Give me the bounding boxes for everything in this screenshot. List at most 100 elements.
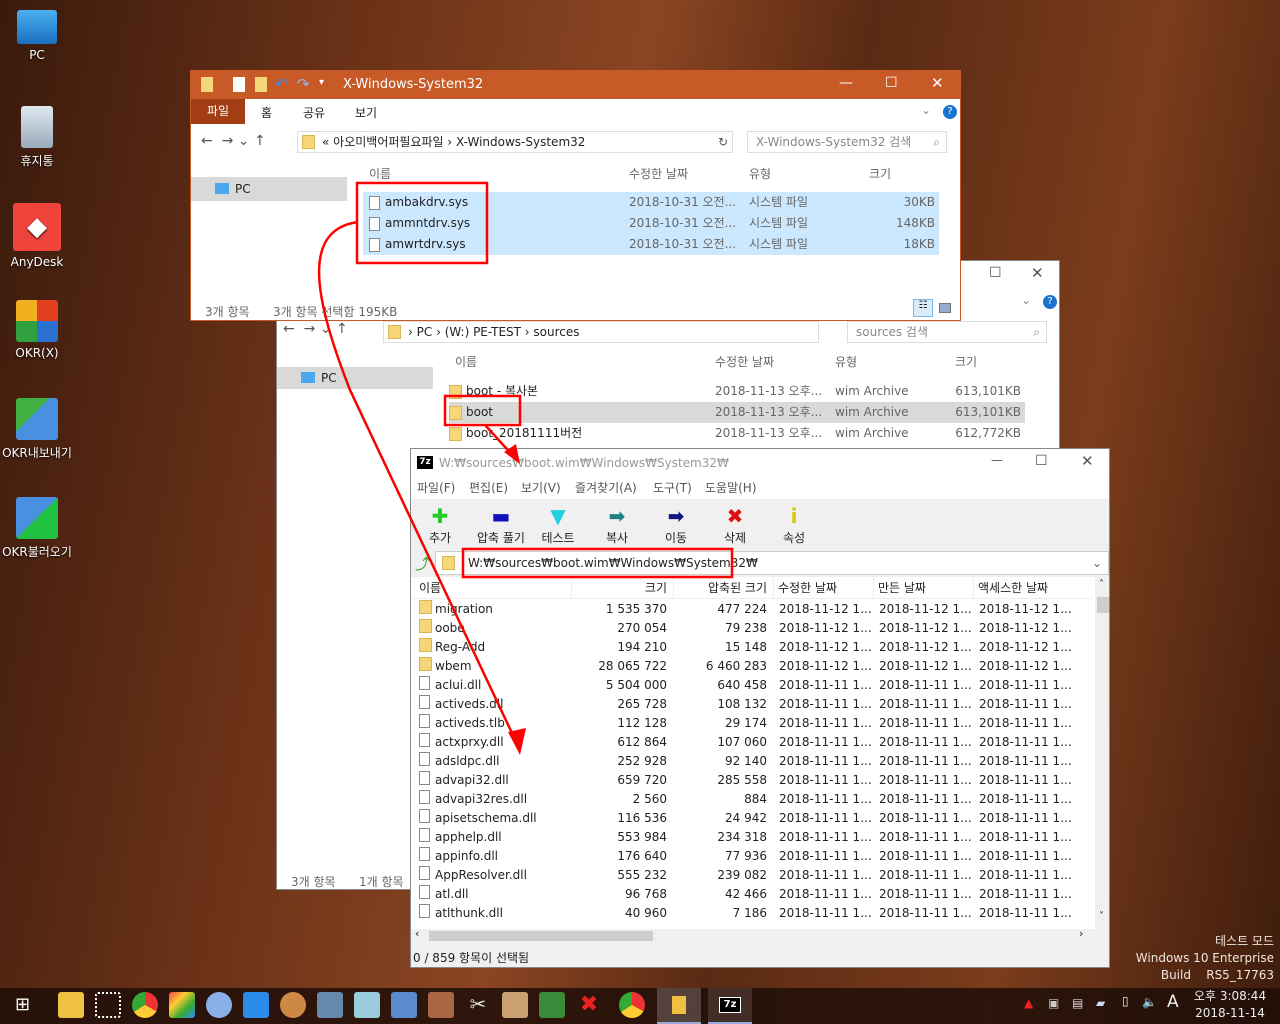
ribbon-expand-chevron-icon[interactable]: ⌄ [921, 103, 931, 117]
horizontal-scrollbar[interactable]: ‹ › [411, 927, 1095, 943]
refresh-icon[interactable]: ↻ [718, 132, 728, 152]
archive-row[interactable]: apisetschema.dll 116 536 24 942 2018-11-11 … [411, 809, 1093, 828]
archive-row[interactable]: wbem 28 065 722 6 460 283 2018-11-12 1... 20… [411, 657, 1093, 676]
column-header-created[interactable]: 만든 날짜 [873, 577, 926, 599]
search-input[interactable]: X-Windows-System32 검색 ⌕ [747, 131, 947, 153]
breadcrumb-sources[interactable]: sources [533, 325, 579, 339]
ime-indicator[interactable]: A [1167, 992, 1179, 1012]
archive-row[interactable]: advapi32res.dll 2 560 884 2018-11-11 1... 20… [411, 790, 1093, 809]
close-button[interactable]: ✕ [931, 74, 944, 92]
minimize-button[interactable]: — [839, 75, 853, 91]
recycle-icon[interactable] [354, 992, 380, 1018]
extract-button[interactable]: ▬ 압축 풀기 [469, 499, 533, 546]
menu-favorites[interactable]: 즐겨찾기(A) [575, 477, 637, 499]
archive-row[interactable]: aclui.dll 5 504 000 640 458 2018-11-11 1...… [411, 676, 1093, 695]
app-icon[interactable] [391, 992, 417, 1018]
add-button[interactable]: ✚ 추가 [415, 499, 465, 546]
breadcrumb-parent[interactable]: 아오미백어퍼필요파일 [333, 135, 443, 149]
menu-edit[interactable]: 편집(E) [469, 477, 508, 499]
app-icon[interactable] [428, 992, 454, 1018]
nav-buttons[interactable]: ← → ⌄ ↑ [201, 133, 266, 149]
help-icon[interactable]: ? [1043, 295, 1057, 309]
column-header-packed-size[interactable]: 압축된 크기 [673, 577, 767, 599]
app-x-icon[interactable]: ✖ [576, 992, 602, 1018]
undo-icon[interactable]: ↶ [275, 75, 288, 93]
archive-row[interactable]: Reg-Add 194 210 15 148 2018-11-12 1... 2018-… [411, 638, 1093, 657]
address-bar[interactable]: › PC › (W:) PE-TEST › sources [383, 321, 819, 343]
file-row-selected[interactable]: amwrtdrv.sys 2018-10-31 오전... 시스템 파일 18KB [363, 234, 939, 255]
tab-home[interactable]: 홈 [261, 104, 272, 121]
desktop-icon-okrx[interactable]: OKR(X) [0, 300, 74, 360]
desktop-icon-okr-import[interactable]: OKR불러오기 [0, 497, 74, 560]
column-header-name[interactable]: 이름 [419, 577, 441, 599]
nav-item-pc[interactable]: PC [277, 367, 433, 389]
scroll-thumb[interactable] [429, 931, 653, 941]
archive-row[interactable]: atl.dll 96 768 42 466 2018-11-11 1... 2018-1… [411, 885, 1093, 904]
archive-row[interactable]: advapi32.dll 659 720 285 558 2018-11-11 1..… [411, 771, 1093, 790]
minimize-button[interactable]: — [991, 453, 1003, 467]
column-header-date[interactable]: 수정한 날짜 [715, 353, 774, 370]
archive-row[interactable]: adsldpc.dll 252 928 92 140 2018-11-11 1... 2… [411, 752, 1093, 771]
file-row-selected[interactable]: ambakdrv.sys 2018-10-31 오전... 시스템 파일 30KB [363, 192, 939, 213]
tab-view[interactable]: 보기 [355, 104, 377, 121]
column-header-accessed[interactable]: 액세스한 날짜 [973, 577, 1048, 599]
desktop-icon-okr-export[interactable]: OKR내보내기 [0, 398, 74, 461]
large-icons-view-icon[interactable] [939, 303, 951, 313]
column-header-date[interactable]: 수정한 날짜 [629, 165, 688, 182]
chevron-down-icon[interactable]: ⌄ [1092, 552, 1102, 574]
column-header-size[interactable]: 크기 [869, 165, 891, 182]
tab-share[interactable]: 공유 [303, 104, 325, 121]
up-folder-icon[interactable]: ⤴ [415, 553, 430, 574]
desktop-icon-pc[interactable]: PC [0, 10, 74, 62]
column-header-modified[interactable]: 수정한 날짜 [773, 577, 837, 599]
redo-icon[interactable]: ↷ [297, 75, 310, 93]
test-button[interactable]: ▼ 테스트 [533, 499, 583, 546]
maximize-button[interactable]: ☐ [885, 75, 898, 91]
archive-row[interactable]: atlthunk.dll 40 960 7 186 2018-11-11 1... 20… [411, 904, 1093, 923]
column-header-size[interactable]: 크기 [955, 353, 977, 370]
archive-row[interactable]: migration 1 535 370 477 224 2018-11-12 1...… [411, 600, 1093, 619]
tray-app-icon[interactable]: ▲ [1024, 996, 1033, 1010]
details-view-icon[interactable]: ☷ [913, 299, 933, 317]
column-header-name[interactable]: 이름 [369, 165, 391, 182]
move-button[interactable]: ➡ 이동 [651, 499, 701, 546]
maximize-button[interactable]: ☐ [989, 265, 1002, 281]
tray-monitor-icon[interactable]: ▤ [1072, 996, 1083, 1010]
breadcrumb-pc[interactable]: PC [417, 325, 433, 339]
column-header-type[interactable]: 유형 [835, 353, 857, 370]
desktop-icon-anydesk[interactable]: ◆ AnyDesk [0, 203, 74, 269]
archive-row[interactable]: AppResolver.dll 555 232 239 082 2018-11-11 … [411, 866, 1093, 885]
menu-tools[interactable]: 도구(T) [653, 477, 692, 499]
taskbar-7zip-active[interactable]: 7z [708, 988, 752, 1024]
customize-dropdown-icon[interactable]: ▾ [319, 77, 324, 88]
menu-help[interactable]: 도움말(H) [705, 477, 757, 499]
column-header-type[interactable]: 유형 [749, 165, 771, 182]
volume-icon[interactable]: 🔈 [1142, 995, 1157, 1009]
archive-row[interactable]: activeds.tlb 112 128 29 174 2018-11-11 1...… [411, 714, 1093, 733]
archive-row[interactable]: appinfo.dll 176 640 77 936 2018-11-11 1... 2… [411, 847, 1093, 866]
file-row[interactable]: boot - 복사본 2018-11-13 오후... wim Archive 613… [449, 381, 1025, 402]
capture-tool-icon[interactable] [95, 992, 121, 1018]
path-input[interactable]: W:₩sources₩boot.wim₩Windows₩System32₩ ⌄ [435, 551, 1109, 575]
close-button[interactable]: ✕ [1081, 452, 1094, 470]
menu-file[interactable]: 파일(F) [417, 477, 455, 499]
archive-row[interactable]: activeds.dll 265 728 108 132 2018-11-11 1..… [411, 695, 1093, 714]
nav-item-pc[interactable]: PC [191, 177, 347, 201]
app-icon[interactable] [280, 992, 306, 1018]
properties-icon[interactable] [233, 77, 245, 92]
file-row-selected[interactable]: ammntdrv.sys 2018-10-31 오전... 시스템 파일 148KB [363, 213, 939, 234]
chrome-icon[interactable] [619, 992, 645, 1018]
chrome-icon[interactable] [132, 992, 158, 1018]
search-input[interactable]: sources 검색 ⌕ [847, 321, 1047, 343]
app-icon[interactable] [206, 992, 232, 1018]
maximize-button[interactable]: ☐ [1035, 453, 1048, 469]
archive-row[interactable]: apphelp.dll 553 984 234 318 2018-11-11 1...… [411, 828, 1093, 847]
scroll-down-icon[interactable]: ˅ [1099, 911, 1104, 922]
breadcrumb-drive[interactable]: (W:) PE-TEST [445, 325, 521, 339]
new-folder-icon[interactable] [255, 77, 267, 92]
scroll-up-icon[interactable]: ˄ [1099, 579, 1104, 590]
tab-file[interactable]: 파일 [191, 99, 245, 124]
menu-view[interactable]: 보기(V) [521, 477, 561, 499]
tray-drive-icon[interactable]: ▰ [1096, 996, 1105, 1010]
desktop-icon-recycle-bin[interactable]: 휴지통 [0, 106, 74, 169]
